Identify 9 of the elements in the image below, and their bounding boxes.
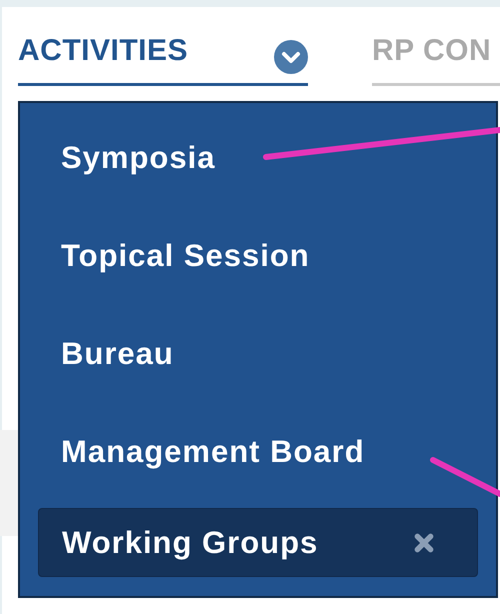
menu-item[interactable]: Management Board	[38, 403, 478, 501]
menu-item[interactable]: Bureau	[38, 305, 478, 403]
annotation-line	[430, 457, 500, 497]
chevron-down-icon[interactable]	[274, 40, 308, 74]
menu-item[interactable]: Symposia	[38, 109, 478, 207]
close-icon[interactable]	[413, 532, 435, 554]
menu-item[interactable]: Working Groups	[38, 508, 478, 577]
menu-item[interactable]: Topical Session	[38, 207, 478, 305]
tab[interactable]: ACTIVITIES	[18, 29, 308, 86]
